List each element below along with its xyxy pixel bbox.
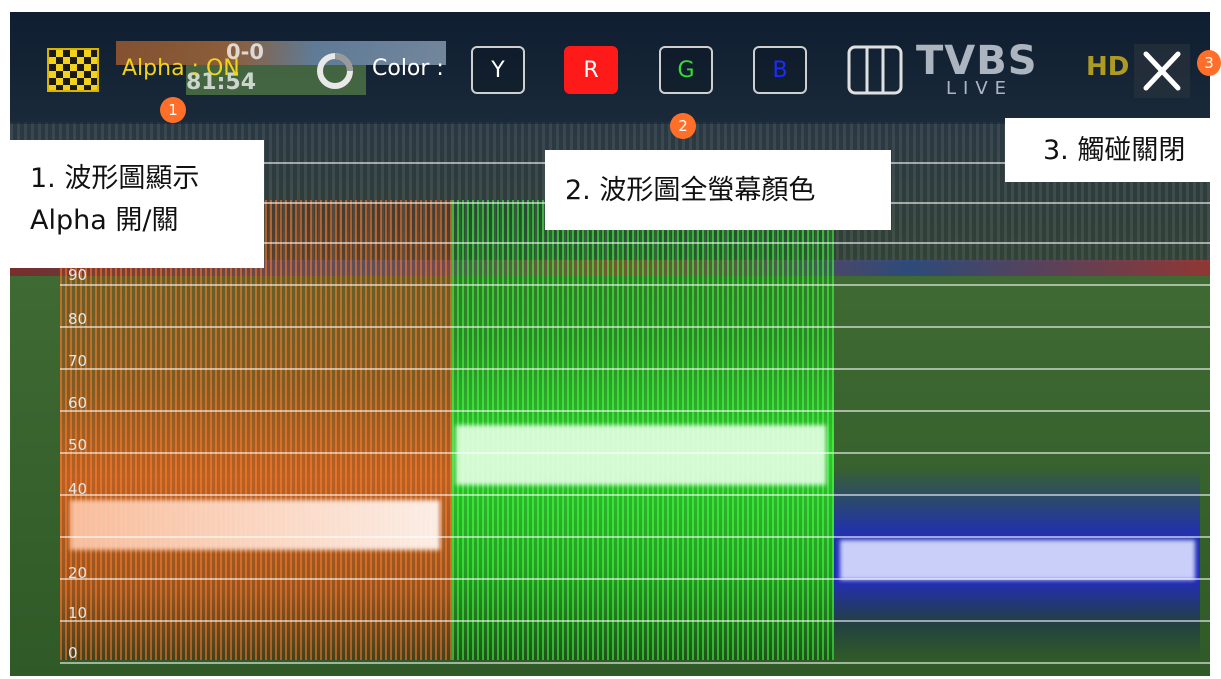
grid-line [60,368,1210,370]
scale-tick: 20 [68,564,88,582]
waveform-blue-channel [834,200,1200,660]
column-layout-icon [847,45,903,95]
close-button[interactable] [1134,44,1190,98]
grid-line [60,536,1210,538]
waveform-blue-highlight [840,540,1195,580]
annotation-line: 3. 觸碰關閉 [1043,135,1186,166]
channel-live-text: LIVE [946,78,1014,99]
alpha-toggle-button[interactable] [47,48,99,92]
grid-line [60,578,1210,580]
scale-tick: 50 [68,436,88,454]
column-layout-button[interactable] [846,44,904,96]
channel-r-button[interactable]: R [564,46,618,94]
grid-line [60,410,1210,412]
color-wheel-icon[interactable] [316,52,354,90]
channel-g-button[interactable]: G [659,46,713,94]
waveform-red-highlight [70,500,440,550]
scale-tick: 40 [68,480,88,498]
alpha-status-label: Alpha : ON [122,56,240,81]
annotation-line: 2. 波形圖全螢幕顏色 [565,175,816,206]
annotation-fullscreen-color: 2. 波形圖全螢幕顏色 [545,150,891,230]
grid-line [60,620,1210,622]
grid-line [60,452,1210,454]
grid-line [60,326,1210,328]
checkerboard-icon [47,48,99,92]
channel-y-button[interactable]: Y [471,46,525,94]
waveform-green-highlight [456,425,826,485]
tvbs-channel-logo: TVBS LIVE [916,38,1037,100]
annotation-tap-close: 3. 觸碰關閉 [1005,118,1210,182]
hd-logo: HD [1086,52,1130,82]
scale-tick: 10 [68,604,88,622]
channel-b-button[interactable]: B [753,46,807,94]
annotation-line: 1. 波形圖顯示 [30,163,200,194]
annotation-alpha-toggle: 1. 波形圖顯示 Alpha 開/關 [10,140,264,268]
scale-tick: 90 [68,266,88,284]
grid-line [60,284,1210,286]
scale-tick: 0 [68,644,78,662]
callout-badge-2: 2 [670,113,696,139]
annotation-line: Alpha 開/關 [30,204,179,236]
waveform-red-channel [60,200,452,660]
grid-line [60,662,1210,664]
scale-tick: 80 [68,310,88,328]
grid-line [60,494,1210,496]
close-icon [1143,51,1181,91]
scale-tick: 60 [68,394,88,412]
scale-tick: 70 [68,352,88,370]
callout-badge-1: 1 [160,97,186,123]
callout-badge-3: 3 [1197,50,1221,76]
color-label: Color : [372,56,444,81]
